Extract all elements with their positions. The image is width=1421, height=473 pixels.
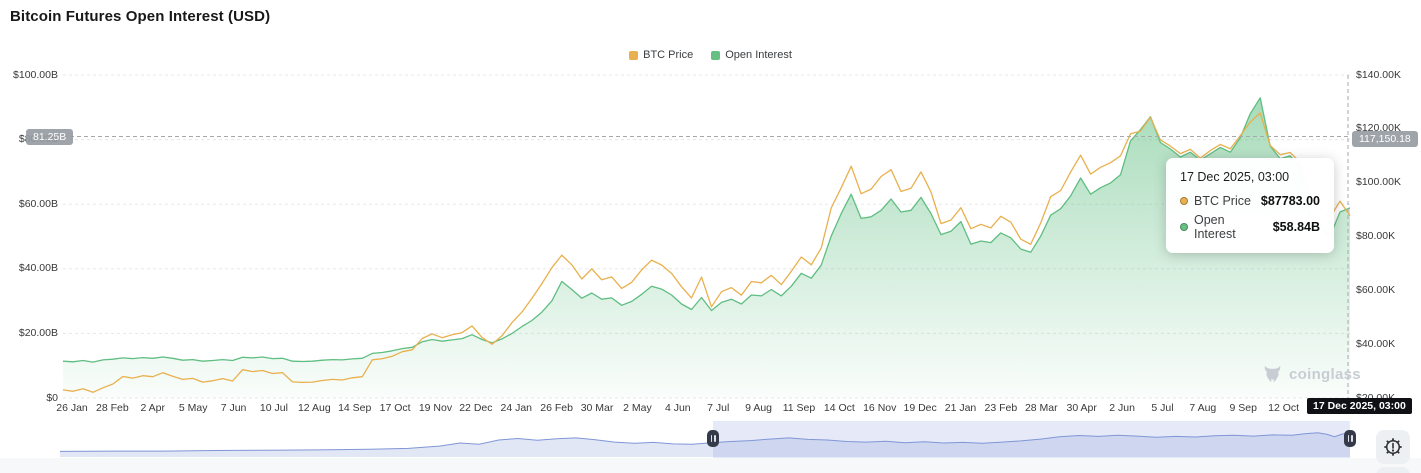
crosshair-date-badge: 17 Dec 2025, 03:00 <box>1307 398 1412 414</box>
tooltip-value: $87783.00 <box>1261 194 1320 208</box>
btc-price-dot-icon <box>1180 197 1188 205</box>
watermark: coinglass <box>1262 365 1361 384</box>
chart-panel: Bitcoin Futures Open Interest (USD) BTC … <box>0 0 1421 473</box>
gear-alert-icon <box>1383 437 1403 457</box>
chart-settings-button[interactable] <box>1376 430 1410 464</box>
tooltip-date: 17 Dec 2025, 03:00 <box>1180 170 1320 184</box>
open-interest-dot-icon <box>1180 223 1188 231</box>
tooltip: 17 Dec 2025, 03:00 BTC Price $87783.00 O… <box>1166 158 1334 253</box>
crosshair-right-axis-badge: 117,150.18 <box>1352 131 1418 147</box>
tooltip-value: $58.84B <box>1273 220 1320 234</box>
tooltip-row-btc-price: BTC Price $87783.00 <box>1180 194 1320 208</box>
navigator-left-handle[interactable] <box>707 430 719 447</box>
crosshair-left-axis-badge: 81.25B <box>26 129 73 145</box>
tooltip-label: BTC Price <box>1194 194 1251 208</box>
bottom-strip <box>0 458 1421 473</box>
coinglass-bull-icon <box>1262 365 1283 384</box>
navigator-right-handle[interactable] <box>1344 430 1356 447</box>
tooltip-row-open-interest: Open Interest $58.84B <box>1180 213 1320 241</box>
navigator-series[interactable] <box>60 421 1350 458</box>
plot-area[interactable] <box>63 75 1350 398</box>
hidden-toolbar-button[interactable] <box>1376 467 1410 473</box>
tooltip-label: Open Interest <box>1194 213 1267 241</box>
watermark-text: coinglass <box>1289 366 1361 383</box>
